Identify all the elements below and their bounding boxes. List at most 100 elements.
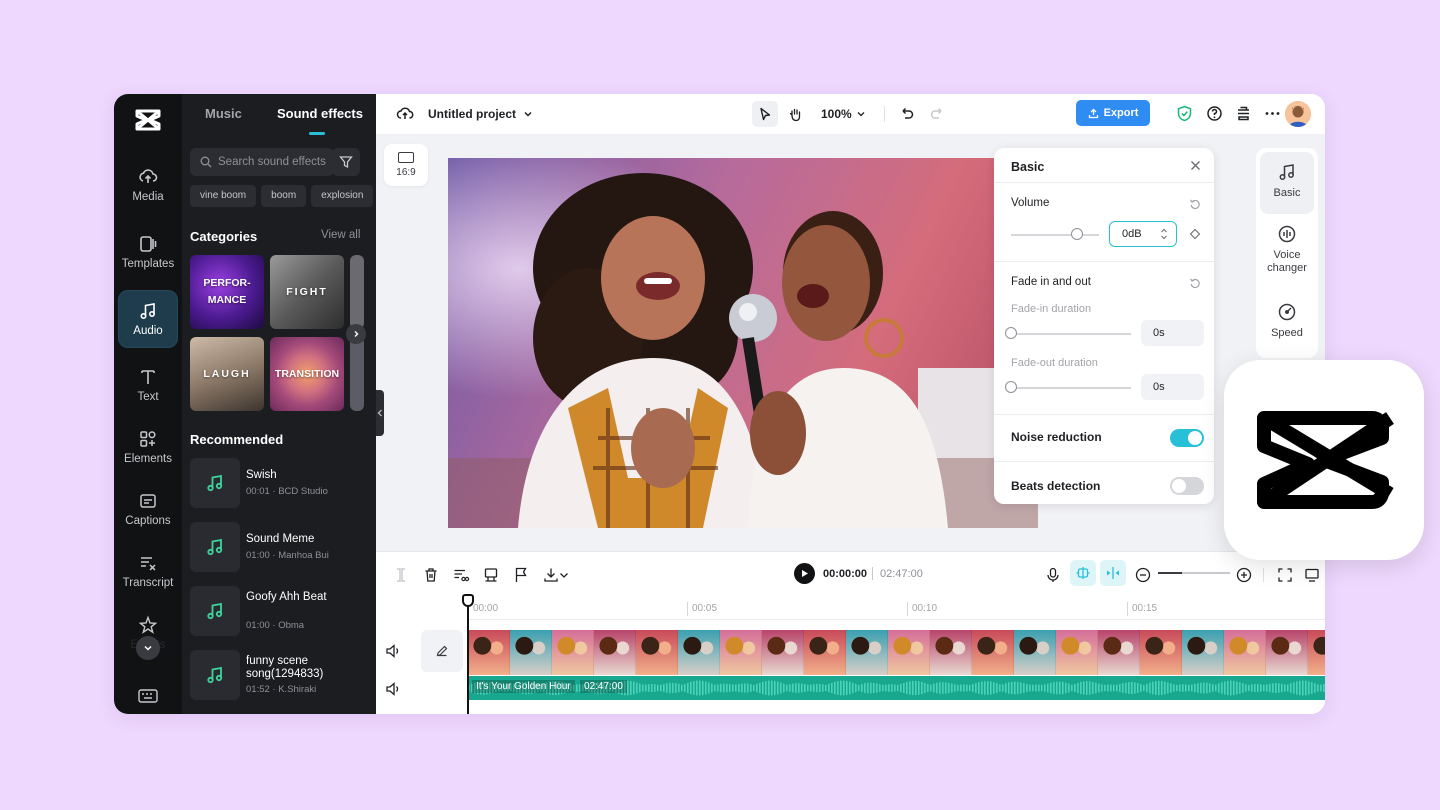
- aspect-ratio-button[interactable]: 16:9: [384, 144, 428, 186]
- fade-out-slider[interactable]: [1011, 387, 1131, 389]
- tab-basic[interactable]: Basic: [1260, 152, 1314, 214]
- waveform-bar: [750, 684, 752, 692]
- audio-track-mute-icon[interactable]: [384, 680, 402, 698]
- rail-item-label: Elements: [124, 453, 172, 465]
- chevron-down-icon[interactable]: [558, 566, 570, 584]
- category-peek[interactable]: [350, 255, 364, 329]
- storage-icon[interactable]: [1235, 105, 1252, 122]
- export-button[interactable]: Export: [1076, 100, 1150, 126]
- avatar[interactable]: [1285, 101, 1311, 127]
- category-performance[interactable]: PERFOR- MANCE: [190, 255, 264, 329]
- video-track-mute-icon[interactable]: [384, 642, 402, 660]
- list-item[interactable]: Sound Meme 01:00 · Manhoa Bui: [190, 522, 376, 572]
- list-item[interactable]: funny scene song(1294833) 01:52 · K.Shir…: [190, 650, 376, 700]
- chevron-down-icon[interactable]: [522, 108, 534, 120]
- waveform-bar: [1245, 684, 1247, 692]
- fit-timeline-icon[interactable]: [1276, 566, 1294, 584]
- fade-in-slider[interactable]: [1011, 333, 1131, 335]
- view-all-link[interactable]: View all: [321, 229, 360, 241]
- rail-item-transcript[interactable]: Transcript: [118, 542, 178, 600]
- filter-button[interactable]: [332, 148, 360, 176]
- rail-item-templates[interactable]: Templates: [118, 223, 178, 281]
- tab-sound-effects[interactable]: Sound effects: [277, 106, 363, 121]
- fade-in-slider-knob[interactable]: [1005, 327, 1017, 339]
- auto-cut-icon[interactable]: [452, 566, 470, 584]
- list-item[interactable]: Swish 00:01 · BCD Studio: [190, 458, 376, 508]
- zoom-in-icon[interactable]: [1235, 566, 1253, 584]
- rail-item-label: Media: [132, 191, 164, 203]
- category-transition[interactable]: TRANSITION: [270, 337, 344, 411]
- edit-cover-button[interactable]: [421, 630, 463, 672]
- help-icon[interactable]: [1206, 105, 1223, 122]
- redo-icon[interactable]: [929, 105, 945, 121]
- more-icon[interactable]: [1264, 105, 1281, 122]
- chip-explosion[interactable]: explosion: [311, 185, 374, 207]
- waveform-bar: [1278, 683, 1280, 693]
- waveform-bar: [1158, 680, 1160, 696]
- video-preview[interactable]: [448, 158, 1038, 528]
- capcut-logo-icon[interactable]: [134, 108, 162, 132]
- project-title[interactable]: Untitled project: [428, 107, 516, 121]
- category-fight[interactable]: FIGHT: [270, 255, 344, 329]
- tab-label: Speed: [1271, 327, 1303, 339]
- delete-icon[interactable]: [422, 566, 440, 584]
- category-peek[interactable]: [350, 337, 364, 411]
- list-item[interactable]: Goofy Ahh Beat 01:00 · Obma: [190, 586, 376, 636]
- zoom-level[interactable]: 100%: [821, 107, 852, 121]
- rail-item-text[interactable]: Text: [118, 356, 178, 414]
- tab-music[interactable]: Music: [205, 106, 242, 121]
- reset-icon[interactable]: [1189, 277, 1201, 289]
- keyboard-icon[interactable]: [138, 688, 158, 704]
- select-tool-button[interactable]: [752, 101, 778, 127]
- tab-voice-changer[interactable]: Voice changer: [1260, 224, 1314, 294]
- shield-check-icon[interactable]: [1176, 105, 1193, 122]
- rail-item-captions[interactable]: Captions: [118, 480, 178, 538]
- zoom-out-icon[interactable]: [1134, 566, 1152, 584]
- rail-item-media[interactable]: Media: [118, 156, 178, 214]
- chevron-down-icon[interactable]: [855, 108, 867, 120]
- rail-item-audio[interactable]: Audio: [118, 290, 178, 348]
- noise-reduction-toggle[interactable]: [1170, 429, 1204, 447]
- playhead[interactable]: [462, 594, 474, 714]
- waveform-bar: [1047, 683, 1049, 693]
- playhead-handle[interactable]: [462, 594, 474, 607]
- search-input[interactable]: Search sound effects: [190, 148, 334, 176]
- undo-icon[interactable]: [899, 105, 915, 121]
- audio-clip[interactable]: It's Your Golden Hour 02:47:00: [468, 676, 1325, 700]
- volume-input[interactable]: 0dB: [1109, 221, 1177, 247]
- freeze-frame-icon[interactable]: [482, 566, 500, 584]
- volume-slider[interactable]: [1011, 234, 1099, 236]
- keyframe-icon[interactable]: [1189, 228, 1201, 240]
- hand-tool-button[interactable]: [782, 101, 808, 127]
- stepper-icon[interactable]: [1160, 227, 1168, 241]
- close-icon[interactable]: [1190, 160, 1201, 171]
- split-icon[interactable]: [392, 566, 410, 584]
- beats-detection-toggle[interactable]: [1170, 477, 1204, 495]
- reset-icon[interactable]: [1189, 198, 1201, 210]
- magnet-snap-button[interactable]: [1070, 560, 1096, 586]
- fade-out-input[interactable]: 0s: [1141, 374, 1204, 400]
- screen-icon[interactable]: [1305, 566, 1319, 584]
- chip-boom[interactable]: boom: [261, 185, 307, 207]
- category-laugh[interactable]: LAUGH: [190, 337, 264, 411]
- linkage-button[interactable]: [1100, 560, 1126, 586]
- categories-next-button[interactable]: [346, 324, 366, 344]
- video-clip[interactable]: [468, 630, 1325, 675]
- volume-slider-knob[interactable]: [1071, 228, 1083, 240]
- play-button[interactable]: [794, 563, 815, 584]
- rail-expand-button[interactable]: [136, 636, 160, 660]
- tab-speed[interactable]: Speed: [1260, 302, 1314, 352]
- panel-collapse-handle[interactable]: [376, 390, 384, 436]
- fade-in-input[interactable]: 0s: [1141, 320, 1204, 346]
- categories-title: Categories: [190, 229, 258, 244]
- waveform-bar: [975, 683, 977, 693]
- aspect-ratio-icon: [398, 152, 414, 163]
- chip-vine-boom[interactable]: vine boom: [190, 185, 257, 207]
- marker-flag-icon[interactable]: [512, 566, 530, 584]
- microphone-icon[interactable]: [1044, 566, 1062, 584]
- timeline-ruler[interactable]: 00:00 00:05 00:10 00:15: [468, 596, 1325, 620]
- rail-item-elements[interactable]: Elements: [118, 418, 178, 476]
- waveform-bar: [873, 682, 875, 694]
- fade-out-slider-knob[interactable]: [1005, 381, 1017, 393]
- cloud-save-icon[interactable]: [396, 105, 414, 123]
